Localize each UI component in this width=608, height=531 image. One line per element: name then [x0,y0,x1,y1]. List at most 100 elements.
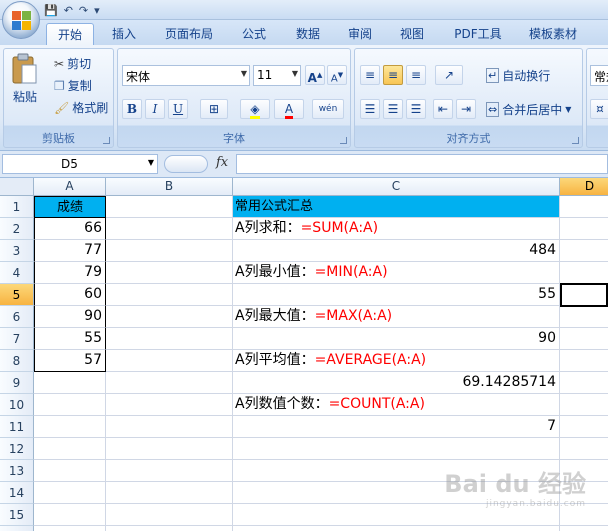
row-header-13[interactable]: 13 [0,460,34,482]
cell-d16-bg[interactable] [560,526,608,531]
row-header-6[interactable]: 6 [0,306,34,328]
redo-icon[interactable]: ↷ [79,4,88,17]
borders-button[interactable]: ⊞ [200,99,228,119]
font-color-button[interactable]: A [274,99,304,119]
insert-function-button[interactable]: fx [216,155,228,170]
cell-d3-bg[interactable] [560,240,608,262]
cell-b12-bg[interactable] [106,438,233,460]
row-header-12[interactable]: 12 [0,438,34,460]
select-all-corner[interactable] [0,178,34,196]
cell-d11-bg[interactable] [560,416,608,438]
row-header-1[interactable]: 1 [0,196,34,218]
cell-d1-bg[interactable] [560,196,608,218]
cell-c16-bg[interactable] [233,526,560,531]
align-right-button[interactable]: ☰ [406,99,426,119]
formula-input[interactable] [236,154,608,174]
cell-b8-bg[interactable] [106,350,233,372]
tab-insert[interactable]: 插入 [104,23,144,45]
formula-bar-splitter[interactable] [164,155,208,173]
row-header-16[interactable]: 16 [0,526,34,531]
paste-button[interactable]: 粘贴 [10,53,40,105]
merge-center-button[interactable]: ⇔ 合并后居中 ▼ [486,101,571,118]
font-dialog-launcher[interactable] [340,137,347,144]
align-top-button[interactable]: ≡ [360,65,380,85]
italic-button[interactable]: I [145,99,165,119]
save-icon[interactable]: 💾 [44,4,58,17]
tab-home[interactable]: 开始 [46,23,94,45]
cell-b5-bg[interactable] [106,284,233,306]
customize-qat-icon[interactable]: ▾ [94,4,100,17]
clipboard-dialog-launcher[interactable] [103,137,110,144]
cell-c6[interactable]: A列最大值：=MAX(A:A) [233,306,560,328]
cell-d4-bg[interactable] [560,262,608,284]
cell-c9[interactable]: 69.14285714 [233,372,560,394]
cell-d7-bg[interactable] [560,328,608,350]
number-format-combo[interactable]: 常规 [590,65,608,86]
cell-a3[interactable]: 77 [34,240,106,262]
wrap-text-button[interactable]: ↵ 自动换行 [486,67,550,84]
cut-button[interactable]: ✂ 剪切 [54,55,91,72]
tab-review[interactable]: 审阅 [340,23,380,45]
cell-d8-bg[interactable] [560,350,608,372]
cell-c4[interactable]: A列最小值：=MIN(A:A) [233,262,560,284]
tab-templates[interactable]: 模板素材 [522,23,584,45]
cell-c12-bg[interactable] [233,438,560,460]
fill-color-button[interactable]: ◈ [240,99,270,119]
cell-a11-bg[interactable] [34,416,106,438]
cell-a16-bg[interactable] [34,526,106,531]
cell-a12-bg[interactable] [34,438,106,460]
align-left-button[interactable]: ☰ [360,99,380,119]
cell-d6-bg[interactable] [560,306,608,328]
cell-b1-bg[interactable] [106,196,233,218]
cell-c3[interactable]: 484 [233,240,560,262]
cell-c5[interactable]: 55 [233,284,560,306]
alignment-dialog-launcher[interactable] [572,137,579,144]
tab-view[interactable]: 视图 [392,23,432,45]
bold-button[interactable]: B [122,99,142,119]
row-header-14[interactable]: 14 [0,482,34,504]
font-size-combo[interactable]: 11 ▼ [253,65,301,86]
row-header-5[interactable]: 5 [0,284,34,306]
cell-b10-bg[interactable] [106,394,233,416]
row-header-2[interactable]: 2 [0,218,34,240]
cell-b4-bg[interactable] [106,262,233,284]
orientation-button[interactable]: ↗ [435,65,463,85]
row-header-7[interactable]: 7 [0,328,34,350]
cell-b2-bg[interactable] [106,218,233,240]
cell-a15-bg[interactable] [34,504,106,526]
cell-d12-bg[interactable] [560,438,608,460]
align-middle-button[interactable]: ≡ [383,65,403,85]
cell-c2[interactable]: A列求和：=SUM(A:A) [233,218,560,240]
cell-a6[interactable]: 90 [34,306,106,328]
office-button[interactable] [2,1,40,39]
row-header-10[interactable]: 10 [0,394,34,416]
align-bottom-button[interactable]: ≡ [406,65,426,85]
row-header-4[interactable]: 4 [0,262,34,284]
cell-b7-bg[interactable] [106,328,233,350]
cell-c10[interactable]: A列数值个数：=COUNT(A:A) [233,394,560,416]
cell-c1[interactable]: 常用公式汇总 [233,196,560,218]
currency-button[interactable]: ¤ [590,99,608,119]
cell-b13-bg[interactable] [106,460,233,482]
column-header-b[interactable]: B [106,178,233,196]
cell-a1[interactable]: 成绩 [34,196,106,218]
cell-b16-bg[interactable] [106,526,233,531]
cell-a10-bg[interactable] [34,394,106,416]
cell-b14-bg[interactable] [106,482,233,504]
cell-a14-bg[interactable] [34,482,106,504]
column-header-d[interactable]: D [560,178,608,196]
cell-a13-bg[interactable] [34,460,106,482]
increase-indent-button[interactable]: ⇥ [456,99,476,119]
tab-pdf-tools[interactable]: PDF工具 [448,23,508,45]
cell-a5[interactable]: 60 [34,284,106,306]
cell-d2-bg[interactable] [560,218,608,240]
cell-b15-bg[interactable] [106,504,233,526]
copy-button[interactable]: ❐ 复制 [54,77,92,94]
cell-a2[interactable]: 66 [34,218,106,240]
cell-d10-bg[interactable] [560,394,608,416]
cell-b3-bg[interactable] [106,240,233,262]
format-painter-button[interactable]: 🖌 格式刷 [54,99,108,116]
cell-b9-bg[interactable] [106,372,233,394]
shrink-font-button[interactable]: A▼ [327,65,347,85]
column-header-a[interactable]: A [34,178,106,196]
